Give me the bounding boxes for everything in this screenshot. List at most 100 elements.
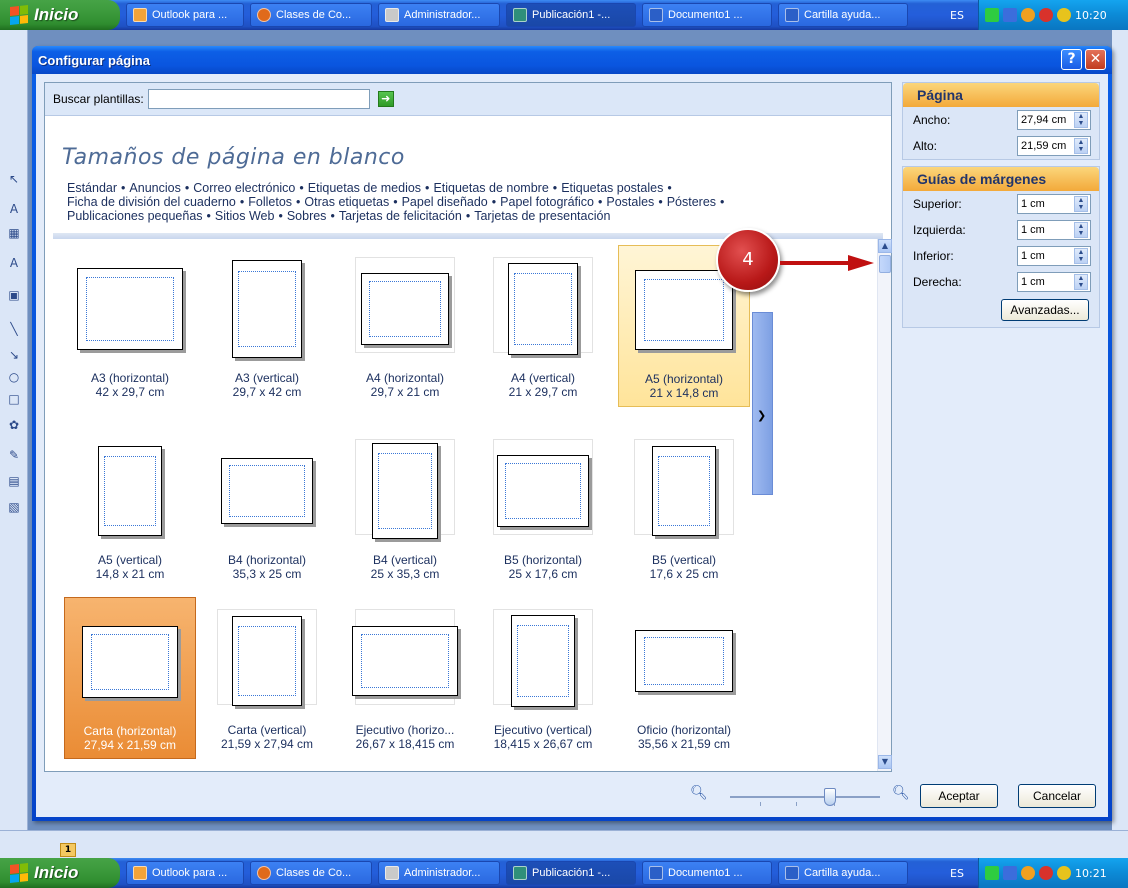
more-options-dropdown[interactable]: ❯ <box>752 312 773 495</box>
zoom-track[interactable] <box>730 796 880 798</box>
task-administrador[interactable]: Administrador... <box>378 3 500 27</box>
tray-network-icon[interactable] <box>1003 8 1017 22</box>
task-clases[interactable]: Clases de Co... <box>250 861 372 885</box>
category-link[interactable]: Papel diseñado <box>402 195 488 209</box>
language-indicator[interactable]: ES <box>944 858 970 888</box>
wordart-icon[interactable]: A <box>7 256 21 270</box>
page-size-tile[interactable]: A4 (horizontal) 29,7 x 21 cm <box>339 245 471 407</box>
page-size-tile[interactable]: B4 (horizontal) 35,3 x 25 cm <box>201 427 333 589</box>
design-gallery-icon[interactable]: ✎ <box>7 448 21 462</box>
zoom-out-icon[interactable]: 🔍︎ <box>690 785 708 801</box>
spinner-arrows-icon[interactable]: ▲ ▼ <box>1074 248 1088 264</box>
page-size-tile[interactable]: A3 (vertical) 29,7 x 42 cm <box>201 245 333 407</box>
category-link[interactable]: Ficha de división del cuaderno <box>67 195 236 209</box>
language-indicator[interactable]: ES <box>944 0 970 30</box>
ok-button[interactable]: Aceptar <box>920 784 998 808</box>
category-link[interactable]: Sobres <box>287 209 327 223</box>
scroll-down-icon[interactable]: ▼ <box>878 755 892 769</box>
page-size-tile[interactable]: B5 (horizontal) 25 x 17,6 cm <box>477 427 609 589</box>
tray-green-icon[interactable] <box>985 8 999 22</box>
tray-network-icon[interactable] <box>1003 866 1017 880</box>
autoshapes-icon[interactable]: ✿ <box>7 418 21 432</box>
tray-antivirus-icon[interactable] <box>1039 866 1053 880</box>
zoom-slider[interactable]: 🔍︎ 🔍︎ <box>688 783 910 807</box>
task-outlook[interactable]: Outlook para ... <box>126 861 244 885</box>
page-size-tile[interactable]: B5 (vertical) 17,6 x 25 cm <box>618 427 750 589</box>
right-margin-spinner[interactable]: 1 cm ▲ ▼ <box>1017 272 1091 292</box>
pointer-icon[interactable]: ↖ <box>7 172 21 186</box>
advanced-button[interactable]: Avanzadas... <box>1001 299 1089 321</box>
category-link[interactable]: Correo electrónico <box>193 181 295 195</box>
category-link[interactable]: Publicaciones pequeñas <box>67 209 203 223</box>
category-link[interactable]: Etiquetas de nombre <box>433 181 548 195</box>
close-button[interactable]: ✕ <box>1085 49 1106 70</box>
task-documento[interactable]: Documento1 ... <box>642 861 772 885</box>
category-link[interactable]: Etiquetas de medios <box>308 181 421 195</box>
textbox-icon[interactable]: A <box>7 202 21 216</box>
zoom-in-icon[interactable]: 🔍︎ <box>892 785 910 801</box>
picture-icon[interactable]: ▣ <box>7 288 21 302</box>
width-spinner[interactable]: 27,94 cm ▲ ▼ <box>1017 110 1091 130</box>
category-link[interactable]: Anuncios <box>129 181 180 195</box>
category-link[interactable]: Postales <box>606 195 654 209</box>
page-size-tile[interactable]: Carta (vertical) 21,59 x 27,94 cm <box>201 597 333 759</box>
tray-green-icon[interactable] <box>985 866 999 880</box>
page-size-tile[interactable]: B4 (vertical) 25 x 35,3 cm <box>339 427 471 589</box>
category-link[interactable]: Etiquetas postales <box>561 181 663 195</box>
grid-scrollbar[interactable]: ▲ ▼ <box>877 239 892 771</box>
zoom-thumb[interactable] <box>824 788 836 806</box>
scroll-thumb[interactable] <box>879 255 891 273</box>
category-link[interactable]: Estándar <box>67 181 117 195</box>
page-size-tile[interactable]: A3 (horizontal) 42 x 29,7 cm <box>64 245 196 407</box>
task-documento[interactable]: Documento1 ... <box>642 3 772 27</box>
page-size-tile[interactable]: A4 (vertical) 21 x 29,7 cm <box>477 245 609 407</box>
help-button[interactable]: ? <box>1061 49 1082 70</box>
cancel-button[interactable]: Cancelar <box>1018 784 1096 808</box>
page-size-tile[interactable]: Ejecutivo (horizo... 26,67 x 18,415 cm <box>339 597 471 759</box>
search-go-button[interactable]: ➜ <box>377 91 394 107</box>
category-link[interactable]: Sitios Web <box>215 209 275 223</box>
category-link[interactable]: Folletos <box>248 195 292 209</box>
height-spinner[interactable]: 21,59 cm ▲ ▼ <box>1017 136 1091 156</box>
category-link[interactable]: Tarjetas de felicitación <box>339 209 462 223</box>
line-icon[interactable]: ╲ <box>7 322 21 336</box>
page-marker[interactable]: 1 <box>60 843 76 857</box>
arrow-icon[interactable]: ↘ <box>7 348 21 362</box>
spinner-arrows-icon[interactable]: ▲ ▼ <box>1074 274 1088 290</box>
spinner-arrows-icon[interactable]: ▲ ▼ <box>1074 138 1088 154</box>
clock[interactable]: 10:21 <box>1075 867 1107 880</box>
category-link[interactable]: Otras etiquetas <box>304 195 389 209</box>
search-templates-input[interactable] <box>147 89 370 109</box>
rectangle-icon[interactable]: □ <box>7 392 21 406</box>
page-size-tile[interactable]: Oficio (horizontal) 35,56 x 21,59 cm <box>618 597 750 759</box>
clock[interactable]: 10:20 <box>1075 9 1107 22</box>
spinner-arrows-icon[interactable]: ▲ ▼ <box>1074 222 1088 238</box>
scroll-up-icon[interactable]: ▲ <box>878 239 892 253</box>
left-margin-spinner[interactable]: 1 cm ▲ ▼ <box>1017 220 1091 240</box>
hotspot-icon[interactable]: ▤ <box>7 474 21 488</box>
page-size-tile[interactable]: A5 (vertical) 14,8 x 21 cm <box>64 427 196 589</box>
category-link[interactable]: Papel fotográfico <box>500 195 594 209</box>
task-publicacion[interactable]: Publicación1 -... <box>506 3 636 27</box>
start-button[interactable]: Inicio <box>0 0 120 30</box>
tray-messenger-icon[interactable] <box>1057 8 1071 22</box>
page-size-tile[interactable]: Ejecutivo (vertical) 18,415 x 26,67 cm <box>477 597 609 759</box>
form-control-icon[interactable]: ▧ <box>7 500 21 514</box>
page-size-tile[interactable]: Carta (horizontal) 27,94 x 21,59 cm <box>64 597 196 759</box>
tray-shield-icon[interactable] <box>1021 866 1035 880</box>
task-publicacion[interactable]: Publicación1 -... <box>506 861 636 885</box>
table-icon[interactable]: ▦ <box>7 226 21 240</box>
oval-icon[interactable]: ○ <box>7 370 21 384</box>
task-cartilla[interactable]: Cartilla ayuda... <box>778 861 908 885</box>
tray-messenger-icon[interactable] <box>1057 866 1071 880</box>
task-cartilla[interactable]: Cartilla ayuda... <box>778 3 908 27</box>
spinner-arrows-icon[interactable]: ▲ ▼ <box>1074 196 1088 212</box>
category-link[interactable]: Pósteres <box>667 195 716 209</box>
top-margin-spinner[interactable]: 1 cm ▲ ▼ <box>1017 194 1091 214</box>
task-clases[interactable]: Clases de Co... <box>250 3 372 27</box>
start-button-bottom[interactable]: Inicio <box>0 858 120 888</box>
task-outlook[interactable]: Outlook para ... <box>126 3 244 27</box>
spinner-arrows-icon[interactable]: ▲ ▼ <box>1074 112 1088 128</box>
tray-shield-icon[interactable] <box>1021 8 1035 22</box>
bottom-margin-spinner[interactable]: 1 cm ▲ ▼ <box>1017 246 1091 266</box>
